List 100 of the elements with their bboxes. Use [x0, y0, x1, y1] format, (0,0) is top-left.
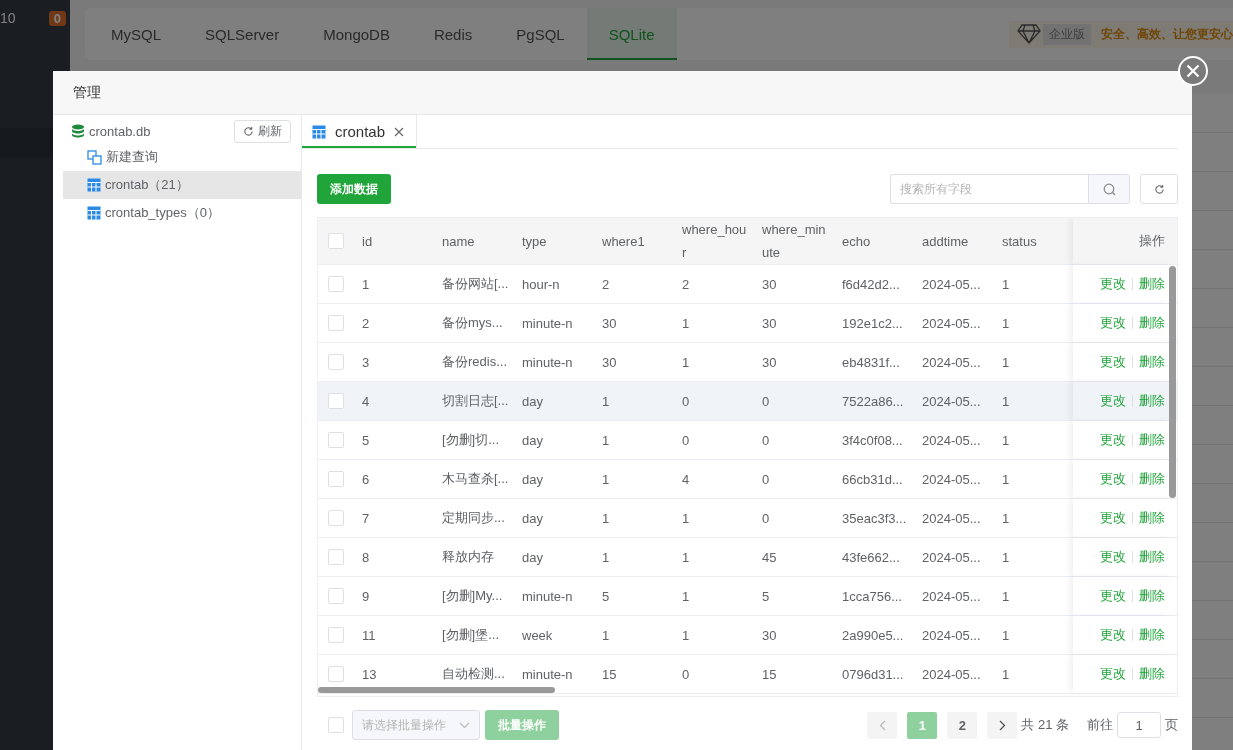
reload-button[interactable] — [1140, 174, 1178, 204]
table-cell-text: 2a990e5... — [841, 626, 905, 645]
database-tab[interactable]: MongoDB — [301, 8, 412, 60]
table-cell-text: 1 — [681, 587, 691, 606]
refresh-icon — [1153, 183, 1165, 195]
action-link[interactable]: 删除 — [1139, 314, 1165, 332]
tree-item[interactable]: crontab（21） — [63, 171, 301, 199]
action-link[interactable]: 更改 — [1100, 431, 1126, 449]
page-input[interactable]: 1 — [1117, 712, 1161, 738]
table-cell-text: 1 — [681, 314, 691, 333]
action-link[interactable]: 删除 — [1139, 431, 1165, 449]
checkbox[interactable] — [327, 549, 344, 565]
action-link[interactable]: 更改 — [1100, 587, 1126, 605]
table-cell-text: 13 — [361, 665, 378, 684]
action-link[interactable]: 更改 — [1100, 509, 1126, 527]
table-cell-text: 2024-05... — [921, 431, 982, 450]
table-cell-text: 0 — [761, 431, 771, 450]
table-cell-text: 66cb31d... — [841, 470, 904, 489]
table-row[interactable]: 9 [勿删]My... minute-n 5 1 5 1cca756... 2024-05... 1 更改 删除 — [318, 577, 1177, 616]
table-row[interactable]: 2 备份mys... minute-n 30 1 30 192e1c2... 2024-05... 1 更改 删除 — [318, 304, 1177, 343]
checkbox[interactable] — [327, 627, 344, 643]
table-cell-text: 1 — [601, 626, 611, 645]
table-row[interactable]: 4 切割日志[... day 1 0 0 7522a86... 2024-05... 1 更改 删除 — [318, 382, 1177, 421]
table-cell-text: 1 — [1001, 353, 1011, 372]
table-row[interactable]: 11 [勿删]堡... week 1 1 30 2a990e5... 2024-05... 1 更改 删除 — [318, 616, 1177, 655]
table-row[interactable]: 8 释放内存 day 1 1 45 43fe662... 2024-05... 1 更改 删除 — [318, 538, 1177, 577]
horizontal-scrollbar[interactable] — [318, 687, 555, 693]
table-cell-text: 2024-05... — [921, 470, 982, 489]
tree-item[interactable]: crontab_types（0） — [63, 199, 301, 227]
table-row[interactable]: 3 备份redis... minute-n 30 1 30 eb4831f... 2024-05... 1 更改 删除 — [318, 343, 1177, 382]
checkbox[interactable] — [327, 666, 344, 682]
table-cell-text: 1 — [1001, 548, 1011, 567]
action-link[interactable]: 更改 — [1100, 548, 1126, 566]
checkbox[interactable] — [327, 233, 344, 249]
table-row[interactable]: 7 定期同步... day 1 1 0 35eac3f3... 2024-05... 1 更改 删除 — [318, 499, 1177, 538]
table-cell-text: [勿删]堡... — [441, 626, 501, 644]
search-button[interactable] — [1088, 174, 1130, 204]
table-cell-text: 定期同步... — [441, 509, 506, 527]
database-name[interactable]: crontab.db — [89, 123, 230, 139]
search-field[interactable]: 搜索所有字段 — [890, 174, 1088, 204]
table-cell-text: 2 — [601, 275, 611, 294]
page-button[interactable]: 1 — [907, 711, 938, 739]
action-link[interactable]: 更改 — [1100, 392, 1126, 410]
table-cell-text: 15 — [601, 665, 618, 684]
action-link[interactable]: 更改 — [1100, 275, 1126, 293]
database-tab[interactable]: Redis — [411, 8, 495, 60]
table-row[interactable]: 13 自动检测... minute-n 15 0 15 0796d31... 2024-05... 1 更改 删除 — [318, 655, 1177, 694]
action-link[interactable]: 删除 — [1139, 509, 1165, 527]
action-link[interactable]: 更改 — [1100, 353, 1126, 371]
checkbox[interactable] — [327, 510, 344, 526]
database-tab[interactable]: SQLite — [586, 8, 677, 60]
action-link[interactable]: 更改 — [1100, 314, 1126, 332]
tree-item[interactable]: 新建查询 — [63, 143, 301, 171]
vertical-scrollbar[interactable] — [1169, 266, 1176, 498]
goto-label: 前往 — [1087, 716, 1113, 734]
action-link[interactable]: 删除 — [1139, 470, 1165, 488]
table-cell-text: 30 — [761, 275, 778, 294]
table-cell-text: 0 — [761, 509, 771, 528]
close-icon[interactable] — [394, 126, 405, 137]
previous-page-button[interactable] — [867, 711, 898, 739]
action-link[interactable]: 更改 — [1100, 470, 1126, 488]
database-tab[interactable]: SQLServer — [183, 8, 302, 60]
table-cell-text: 0 — [681, 665, 691, 684]
database-tab[interactable]: MySQL — [89, 8, 183, 60]
table-row[interactable]: 1 备份网站[... hour-n 2 2 30 f6d42d2... 2024-05... 1 更改 删除 — [318, 265, 1177, 304]
checkbox[interactable] — [327, 471, 344, 487]
table-cell-text: 1 — [1001, 431, 1011, 450]
table-cell-text: 2 — [361, 314, 371, 333]
checkbox[interactable] — [327, 432, 344, 448]
table-row[interactable]: 5 [勿删]切... day 1 0 0 3f4c0f08... 2024-05... 1 更改 删除 — [318, 421, 1177, 460]
table-cell-text: 备份mys... — [441, 314, 504, 332]
checkbox[interactable] — [327, 588, 344, 604]
table-cell-text: [勿删]My... — [441, 587, 504, 605]
database-tab[interactable]: PgSQL — [494, 8, 587, 60]
page-button[interactable]: 2 — [947, 711, 978, 739]
table-cell-text: day — [521, 431, 544, 450]
table-cell-text: 1 — [1001, 509, 1011, 528]
refresh-button[interactable]: 刷新 — [234, 119, 291, 143]
checkbox[interactable] — [327, 393, 344, 409]
checkbox[interactable] — [327, 354, 344, 370]
checkbox[interactable] — [327, 315, 344, 331]
editor-tab[interactable]: crontab — [302, 115, 418, 148]
table-cell-text: 1 — [681, 548, 691, 567]
action-link[interactable]: 更改 — [1100, 665, 1126, 683]
bulk-action-select[interactable]: 请选择批量操作 — [352, 710, 480, 740]
action-link[interactable]: 删除 — [1139, 587, 1165, 605]
action-link[interactable]: 更改 — [1100, 626, 1126, 644]
search-icon — [1102, 182, 1116, 196]
table-cell-text: 15 — [761, 665, 778, 684]
table-row[interactable]: 6 木马查杀[... day 1 4 0 66cb31d... 2024-05... 1 更改 删除 — [318, 460, 1177, 499]
action-link[interactable]: 删除 — [1139, 626, 1165, 644]
action-link[interactable]: 删除 — [1139, 353, 1165, 371]
action-link[interactable]: 删除 — [1139, 665, 1165, 683]
action-link[interactable]: 删除 — [1139, 548, 1165, 566]
checkbox[interactable] — [328, 717, 344, 733]
checkbox[interactable] — [327, 276, 344, 292]
next-page-button[interactable] — [987, 711, 1018, 739]
action-link[interactable]: 删除 — [1139, 275, 1165, 293]
add-data-button[interactable]: 添加数据 — [317, 174, 391, 204]
action-link[interactable]: 删除 — [1139, 392, 1165, 410]
